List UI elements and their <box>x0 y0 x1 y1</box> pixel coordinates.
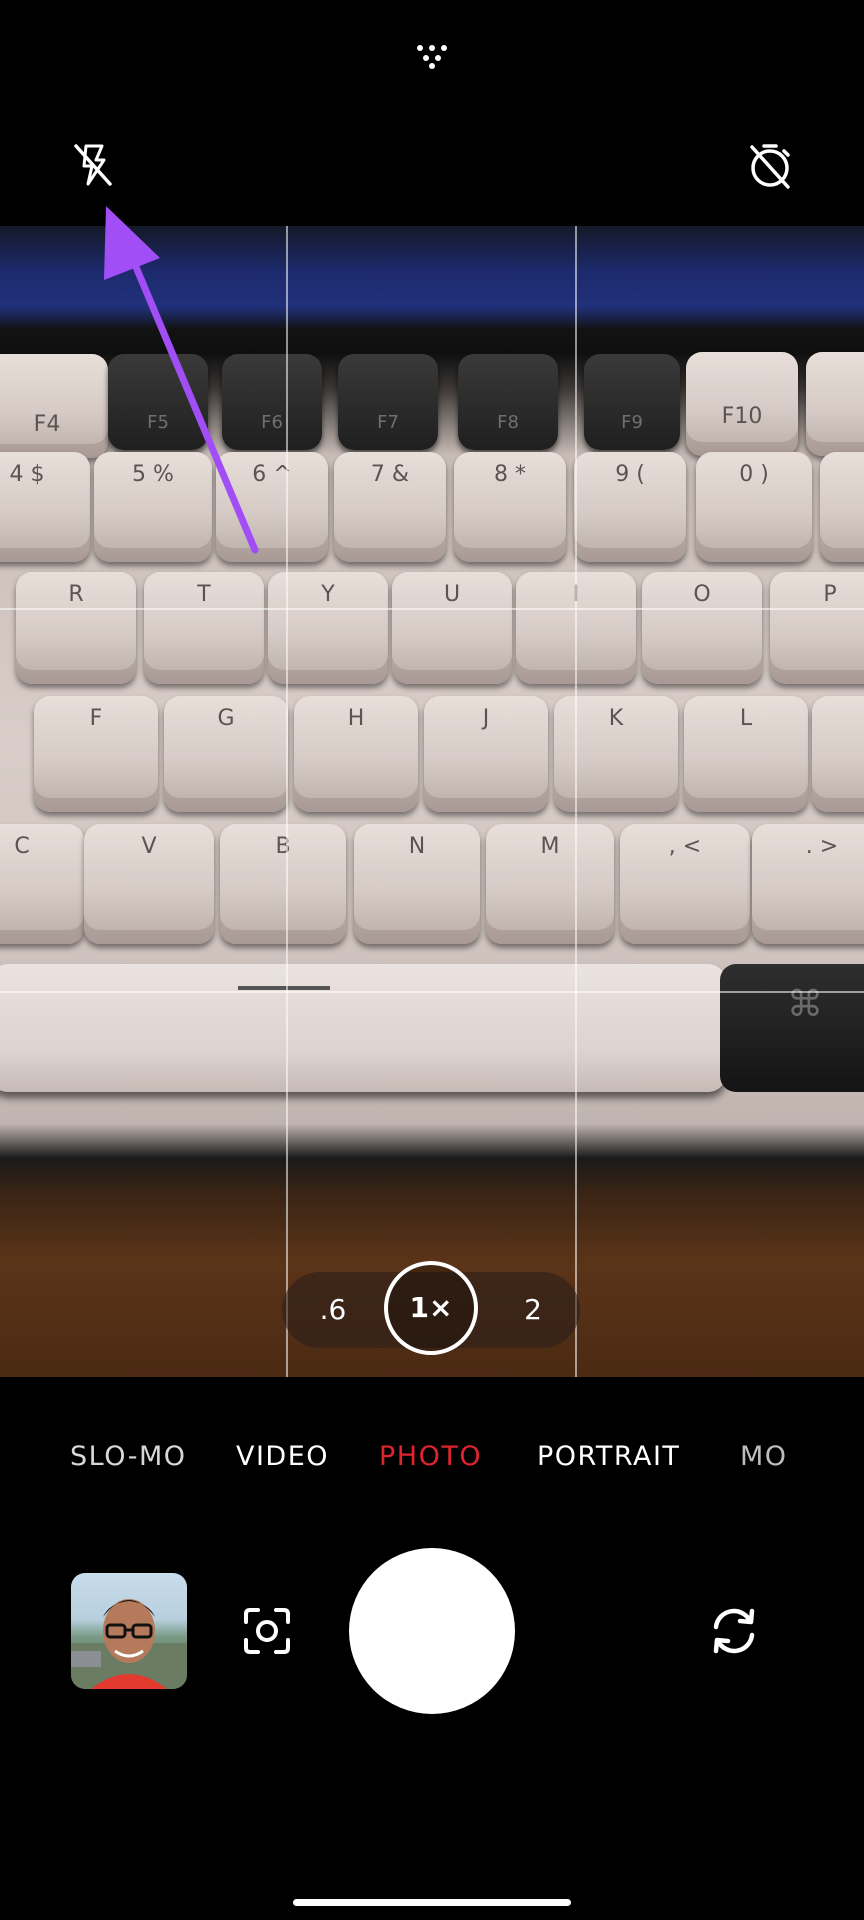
key-comma: , < <box>620 824 750 944</box>
key-command: ⌘ <box>720 964 864 1092</box>
key-f: F <box>34 696 158 812</box>
gallery-thumbnail-image <box>71 1599 187 1689</box>
key-g: G <box>164 696 288 812</box>
key-k: K <box>554 696 678 812</box>
flip-camera-icon <box>713 1608 755 1654</box>
space-bar-mark <box>238 986 330 990</box>
mode-photo[interactable]: PHOTO <box>379 1437 482 1477</box>
key-semicolon <box>812 696 864 812</box>
zoom-1x-button[interactable]: 1× <box>384 1261 478 1355</box>
key-h: H <box>294 696 418 812</box>
key-j: J <box>424 696 548 812</box>
key-m: M <box>486 824 614 944</box>
mode-portrait[interactable]: PORTRAIT <box>537 1437 680 1477</box>
grid-line-horizontal <box>0 991 864 993</box>
key-period: . > <box>752 824 864 944</box>
key-space <box>0 964 726 1092</box>
zoom-2x-button[interactable]: 2 <box>500 1272 566 1348</box>
shutter-button[interactable] <box>349 1548 515 1714</box>
lens-scan-button[interactable] <box>242 1606 292 1656</box>
mode-slo-mo[interactable]: SLO-MO <box>70 1437 187 1477</box>
flip-camera-button[interactable] <box>706 1603 762 1659</box>
gallery-thumbnail[interactable] <box>71 1573 187 1689</box>
home-indicator[interactable] <box>293 1899 571 1906</box>
mode-more[interactable]: MO <box>740 1437 788 1477</box>
key-l: L <box>684 696 808 812</box>
mode-video[interactable]: VIDEO <box>236 1437 329 1477</box>
lens-scan-icon <box>244 1608 290 1654</box>
key-c: C <box>0 824 84 944</box>
zoom-0.6x-button[interactable]: .6 <box>300 1272 366 1348</box>
key-n: N <box>354 824 480 944</box>
key-b: B <box>220 824 346 944</box>
key-v: V <box>84 824 214 944</box>
annotation-arrow <box>104 206 259 554</box>
